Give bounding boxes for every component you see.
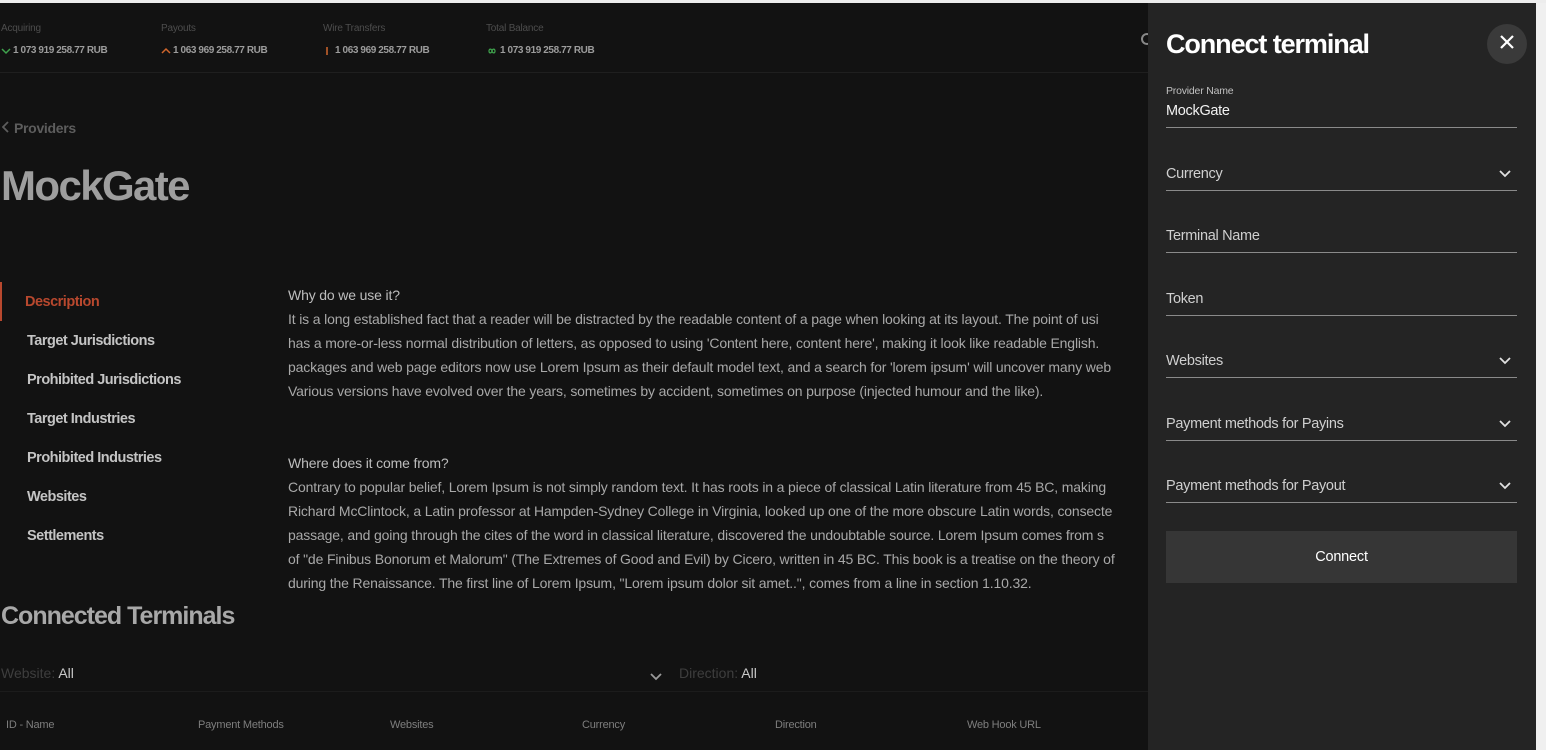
stat-value-row: 1 063 969 258.77 RUB bbox=[323, 45, 430, 56]
column-header-currency[interactable]: Currency bbox=[582, 719, 625, 731]
nav-item-target-industries[interactable]: Target Industries bbox=[0, 399, 240, 438]
nav-item-target-jurisdictions[interactable]: Target Jurisdictions bbox=[0, 321, 240, 360]
provider-section-nav: Description Target Jurisdictions Prohibi… bbox=[0, 282, 240, 555]
description-line: Richard McClintock, a Latin professor at… bbox=[288, 503, 1113, 519]
bar-icon bbox=[323, 46, 333, 56]
description-block-why: Why do we use it? It is a long establish… bbox=[288, 283, 1148, 403]
infinity-icon bbox=[486, 47, 498, 55]
scrollbar[interactable] bbox=[1536, 3, 1546, 750]
websites-select[interactable]: Websites bbox=[1166, 352, 1517, 378]
stat-total-balance: Total Balance 1 073 919 258.77 RUB bbox=[486, 23, 595, 56]
nav-item-websites[interactable]: Websites bbox=[0, 477, 240, 516]
chevron-down-icon bbox=[1499, 415, 1511, 433]
provider-name-value: MockGate bbox=[1166, 103, 1230, 119]
close-button[interactable] bbox=[1487, 24, 1527, 64]
column-header-websites[interactable]: Websites bbox=[390, 719, 434, 731]
page-title: MockGate bbox=[1, 162, 191, 209]
stat-value-row: 1 073 919 258.77 RUB bbox=[486, 45, 595, 56]
column-header-payment-methods[interactable]: Payment Methods bbox=[198, 719, 284, 731]
back-to-providers-link[interactable]: Providers bbox=[1, 120, 76, 136]
stat-label: Wire Transfers bbox=[323, 23, 386, 34]
connected-terminals-title: Connected Terminals bbox=[1, 602, 235, 630]
column-header-direction[interactable]: Direction bbox=[775, 719, 817, 731]
token-placeholder: Token bbox=[1166, 291, 1204, 307]
description-heading: Why do we use it? bbox=[288, 287, 400, 303]
description-line: passage, and going through the cites of … bbox=[288, 527, 1104, 543]
stat-payouts: Payouts 1 063 969 258.77 RUB bbox=[161, 23, 268, 56]
description-line: Contrary to popular belief, Lorem Ipsum … bbox=[288, 479, 1106, 495]
terminal-name-placeholder: Terminal Name bbox=[1166, 228, 1260, 244]
website-filter[interactable]: Website: All bbox=[1, 665, 74, 681]
nav-item-prohibited-industries[interactable]: Prohibited Industries bbox=[0, 438, 240, 477]
column-header-webhook-url[interactable]: Web Hook URL bbox=[967, 719, 1041, 731]
chevron-down-icon[interactable] bbox=[650, 668, 662, 684]
website-filter-label: Website: bbox=[1, 665, 56, 681]
payin-methods-placeholder: Payment methods for Payins bbox=[1166, 416, 1344, 432]
description-line: of "de Finibus Bonorum et Malorum" (The … bbox=[288, 551, 1115, 567]
chevron-down-icon bbox=[1499, 165, 1511, 183]
token-input[interactable]: Token bbox=[1166, 290, 1517, 316]
websites-placeholder: Websites bbox=[1166, 353, 1223, 369]
connect-terminal-drawer: Connect terminal Provider Name MockGate … bbox=[1148, 3, 1536, 750]
chevron-down-icon bbox=[1499, 477, 1511, 495]
provider-name-label: Provider Name bbox=[1166, 85, 1234, 97]
stat-label: Acquiring bbox=[1, 23, 41, 34]
stat-value: 1 063 969 258.77 RUB bbox=[173, 45, 268, 56]
connect-button[interactable]: Connect bbox=[1166, 531, 1517, 583]
chevron-up-icon bbox=[161, 47, 171, 55]
stat-value-row: 1 063 969 258.77 RUB bbox=[161, 45, 268, 56]
payin-methods-select[interactable]: Payment methods for Payins bbox=[1166, 415, 1517, 441]
terminals-filter-bar: Website: All Direction: All bbox=[0, 660, 1148, 692]
currency-placeholder: Currency bbox=[1166, 166, 1223, 182]
stat-value: 1 063 969 258.77 RUB bbox=[335, 45, 430, 56]
nav-item-description[interactable]: Description bbox=[0, 282, 240, 321]
description-block-where: Where does it come from? Contrary to pop… bbox=[288, 451, 1148, 595]
nav-item-settlements[interactable]: Settlements bbox=[0, 516, 240, 555]
direction-filter-label: Direction: bbox=[679, 665, 739, 681]
website-filter-value: All bbox=[58, 665, 74, 681]
chevron-left-icon bbox=[1, 120, 10, 136]
description-heading: Where does it come from? bbox=[288, 455, 449, 471]
description-line: Various versions have evolved over the y… bbox=[288, 383, 1044, 399]
stat-value: 1 073 919 258.77 RUB bbox=[13, 45, 108, 56]
stat-label: Total Balance bbox=[486, 23, 544, 34]
currency-select[interactable]: Currency bbox=[1166, 165, 1517, 191]
terminal-name-input[interactable]: Terminal Name bbox=[1166, 227, 1517, 253]
stat-acquiring: Acquiring 1 073 919 258.77 RUB bbox=[1, 23, 108, 56]
direction-filter[interactable]: Direction: All bbox=[679, 665, 757, 681]
back-label: Providers bbox=[14, 120, 76, 136]
column-header-id-name[interactable]: ID - Name bbox=[6, 719, 55, 731]
stat-wire-transfers: Wire Transfers 1 063 969 258.77 RUB bbox=[323, 23, 430, 56]
direction-filter-value: All bbox=[741, 665, 757, 681]
description-line: It is a long established fact that a rea… bbox=[288, 311, 1099, 327]
payout-methods-placeholder: Payment methods for Payout bbox=[1166, 478, 1346, 494]
chevron-down-icon bbox=[1, 47, 11, 55]
stat-label: Payouts bbox=[161, 23, 196, 34]
drawer-title: Connect terminal bbox=[1166, 29, 1370, 59]
description-line: packages and web page editors now use Lo… bbox=[288, 359, 1112, 375]
balance-stats-bar: Acquiring 1 073 919 258.77 RUB Payouts 1… bbox=[0, 3, 1151, 73]
stat-value-row: 1 073 919 258.77 RUB bbox=[1, 45, 108, 56]
payout-methods-select[interactable]: Payment methods for Payout bbox=[1166, 477, 1517, 503]
provider-name-field[interactable]: Provider Name MockGate bbox=[1166, 85, 1517, 128]
chevron-down-icon bbox=[1499, 352, 1511, 370]
close-icon bbox=[1499, 34, 1515, 55]
description-line: during the Renaissance. The first line o… bbox=[288, 575, 1032, 591]
stat-value: 1 073 919 258.77 RUB bbox=[500, 45, 595, 56]
description-line: has a more-or-less normal distribution o… bbox=[288, 335, 1100, 351]
nav-item-prohibited-jurisdictions[interactable]: Prohibited Jurisdictions bbox=[0, 360, 240, 399]
